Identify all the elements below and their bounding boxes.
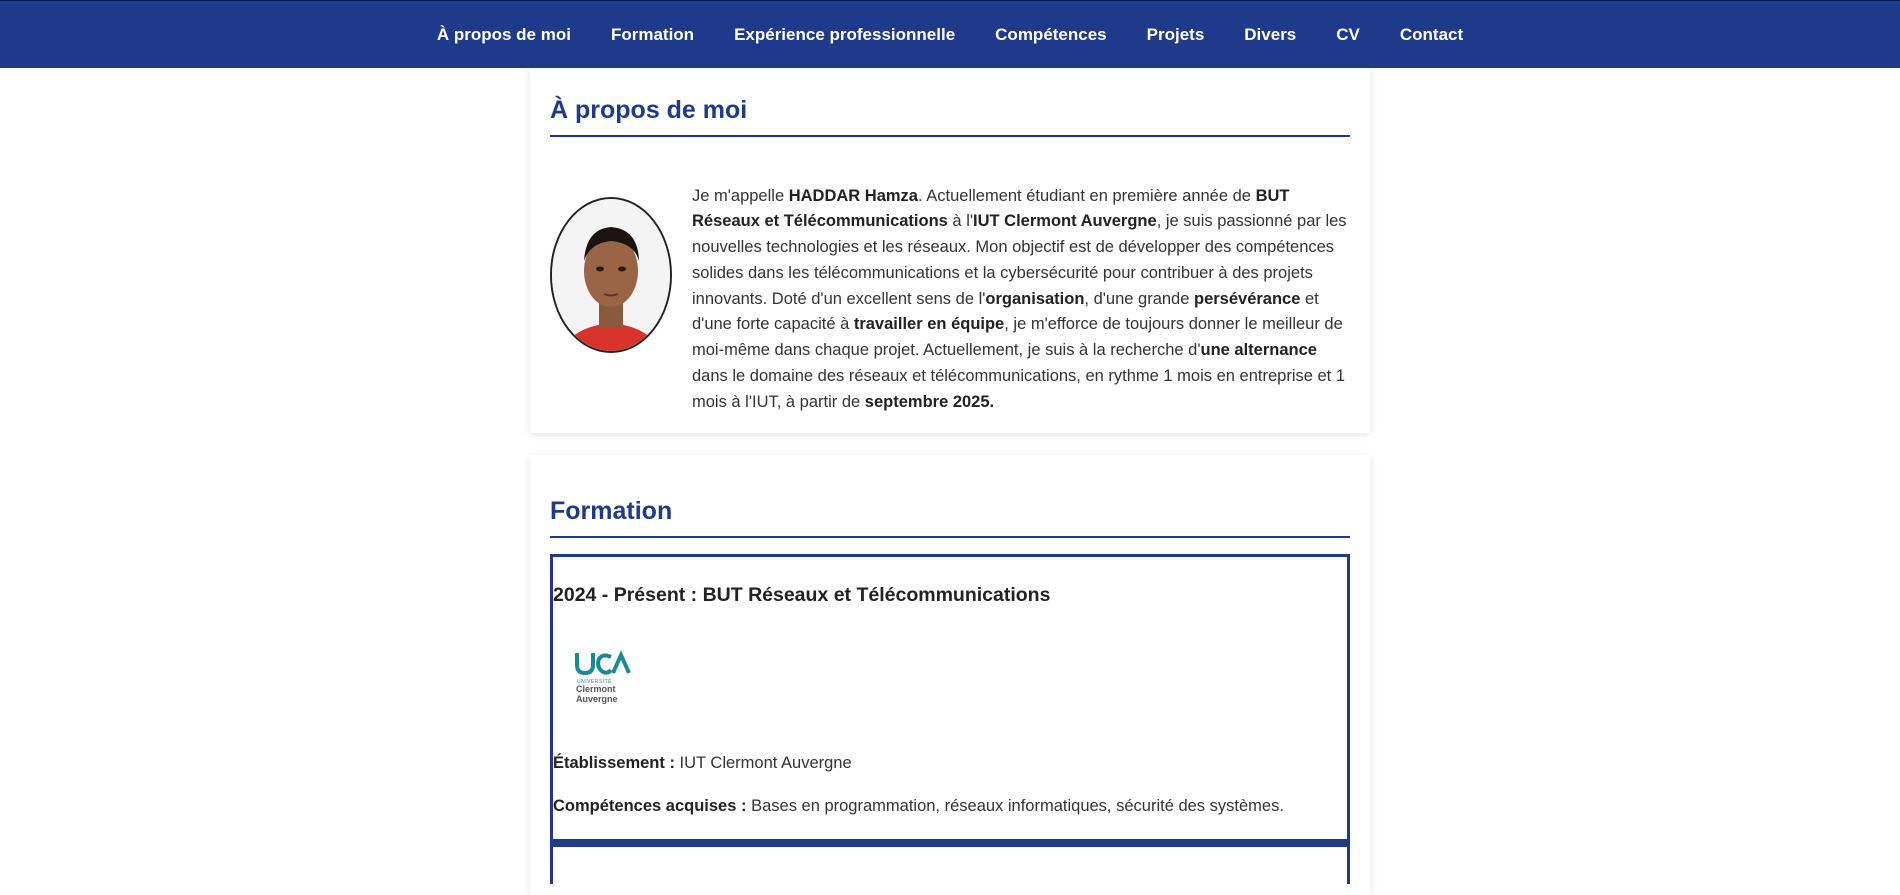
bio-text: . Actuellement étudiant en première anné… xyxy=(918,186,1256,205)
nav-link-skills[interactable]: Compétences xyxy=(995,25,1106,45)
institution-label: Établissement : xyxy=(553,754,675,772)
bio-text: Je m'appelle xyxy=(692,186,789,205)
bio-highlight-perseverance: persévérance xyxy=(1194,289,1301,308)
nav-link-about[interactable]: À propos de moi xyxy=(437,25,571,45)
nav-link-experience[interactable]: Expérience professionnelle xyxy=(734,25,955,45)
profile-photo xyxy=(550,197,672,353)
education-institution: Établissement : IUT Clermont Auvergne xyxy=(553,754,1347,773)
education-entry: 2024 - Présent : BUT Réseaux et Télécomm… xyxy=(550,554,1350,844)
nav-link-formation[interactable]: Formation xyxy=(611,25,694,45)
university-logo: UNIVERSITÉ Clermont Auvergne xyxy=(573,647,633,707)
education-heading: 2024 - Présent : BUT Réseaux et Télécomm… xyxy=(553,584,1051,606)
skills-value: Bases en programmation, réseaux informat… xyxy=(746,797,1284,815)
about-bio: Je m'appelle HADDAR Hamza. Actuellement … xyxy=(692,184,1350,416)
skills-label: Compétences acquises : xyxy=(553,797,747,815)
nav-link-misc[interactable]: Divers xyxy=(1244,25,1296,45)
bio-text: , d'une grande xyxy=(1084,289,1194,308)
bio-text: à l' xyxy=(947,212,974,231)
bio-highlight-school: IUT Clermont Auvergne xyxy=(973,212,1157,231)
logo-text-clermont: Clermont xyxy=(576,684,616,694)
formation-title: Formation xyxy=(550,497,1350,538)
logo-text-auvergne: Auvergne xyxy=(576,694,618,704)
nav-link-projects[interactable]: Projets xyxy=(1147,25,1205,45)
bio-highlight-date: septembre 2025. xyxy=(864,392,995,411)
about-title: À propos de moi xyxy=(550,96,1350,137)
top-navigation: À propos de moi Formation Expérience pro… xyxy=(0,0,1900,68)
bio-highlight-alternance: une alternance xyxy=(1200,341,1317,360)
nav-link-contact[interactable]: Contact xyxy=(1400,25,1463,45)
about-section: À propos de moi Je m'appelle HADDAR Hamz… xyxy=(530,68,1370,433)
education-entry-next xyxy=(550,844,1350,884)
about-content: Je m'appelle HADDAR Hamza. Actuellement … xyxy=(550,167,1350,432)
bio-highlight-name: HADDAR Hamza xyxy=(788,186,918,205)
bio-highlight-teamwork: travailler en équipe xyxy=(853,315,1005,334)
bio-text: dans le domaine des réseaux et télécommu… xyxy=(692,367,1346,411)
formation-section: Formation 2024 - Présent : BUT Réseaux e… xyxy=(530,455,1370,895)
bio-highlight-organisation: organisation xyxy=(985,289,1085,308)
education-skills: Compétences acquises : Bases en programm… xyxy=(553,797,1347,816)
institution-value: IUT Clermont Auvergne xyxy=(674,754,852,772)
nav-link-cv[interactable]: CV xyxy=(1336,25,1360,45)
